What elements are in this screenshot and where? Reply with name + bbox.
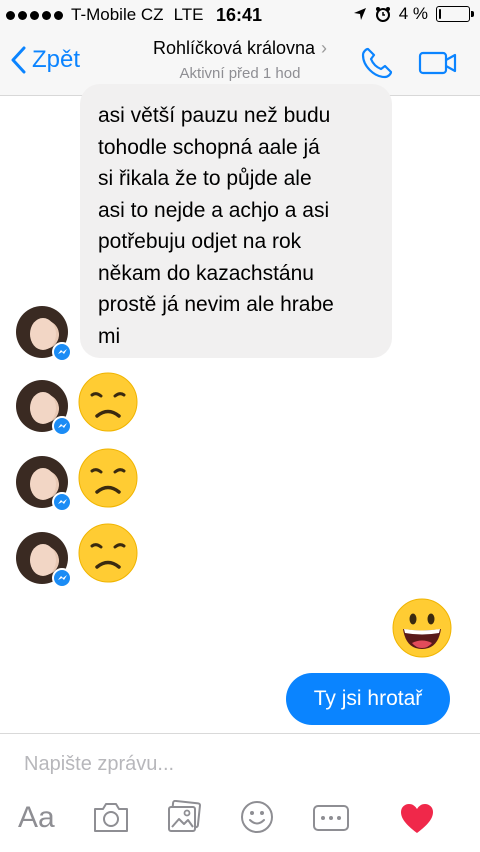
more-icon[interactable]: [312, 804, 350, 832]
video-call-button[interactable]: [418, 50, 458, 81]
composer-divider: [0, 733, 480, 734]
status-left: T-Mobile CZ LTE: [6, 5, 204, 25]
call-button[interactable]: [360, 46, 394, 85]
signal-icon: [6, 10, 63, 20]
carrier-name: T-Mobile CZ: [71, 5, 164, 24]
network-type: LTE: [173, 5, 204, 24]
location-arrow-icon: [353, 8, 366, 20]
disappointed-face-icon[interactable]: [78, 523, 138, 583]
disappointed-face-icon[interactable]: [78, 448, 138, 508]
outgoing-message-bubble[interactable]: Ty jsi hrotař: [286, 673, 450, 725]
alarm-clock-icon: [375, 7, 390, 22]
messenger-badge-icon: [52, 416, 72, 436]
avatar[interactable]: [16, 306, 72, 362]
gallery-icon[interactable]: [166, 800, 202, 834]
incoming-message-text: asi větší pauzu než budu tohodle schopná…: [98, 104, 334, 348]
contact-name-row: Rohlíčková královna ›: [0, 38, 480, 59]
heart-icon[interactable]: [400, 803, 434, 835]
smiley-icon[interactable]: [240, 800, 274, 834]
camera-icon[interactable]: [92, 800, 130, 834]
outgoing-message-text: Ty jsi hrotař: [313, 687, 423, 710]
avatar[interactable]: [16, 532, 72, 588]
status-right: 4 %: [353, 4, 474, 24]
text-style-button[interactable]: Aa: [18, 801, 55, 835]
grinning-face-icon[interactable]: [392, 598, 452, 658]
message-input[interactable]: Napište zprávu...: [24, 753, 174, 776]
battery-percentage: 4 %: [398, 4, 428, 23]
contact-title[interactable]: Rohlíčková královna › Aktivní před 1 hod: [0, 38, 480, 82]
disappointed-face-icon[interactable]: [78, 372, 138, 432]
status-time: 16:41: [216, 5, 263, 25]
phone-icon: [361, 47, 393, 79]
messenger-badge-icon: [52, 568, 72, 588]
active-status: Aktivní před 1 hod: [179, 65, 301, 82]
messenger-badge-icon: [52, 342, 72, 362]
chevron-right-icon: ›: [321, 38, 328, 58]
battery-fill: [439, 9, 441, 19]
battery-icon: [436, 6, 474, 22]
incoming-message-bubble[interactable]: asi větší pauzu než budu tohodle schopná…: [80, 84, 392, 358]
avatar[interactable]: [16, 380, 72, 436]
status-bar: T-Mobile CZ LTE 16:41 4 %: [0, 0, 480, 30]
video-camera-icon: [418, 51, 457, 75]
messenger-badge-icon: [52, 492, 72, 512]
contact-name: Rohlíčková královna: [152, 38, 316, 58]
avatar[interactable]: [16, 456, 72, 512]
